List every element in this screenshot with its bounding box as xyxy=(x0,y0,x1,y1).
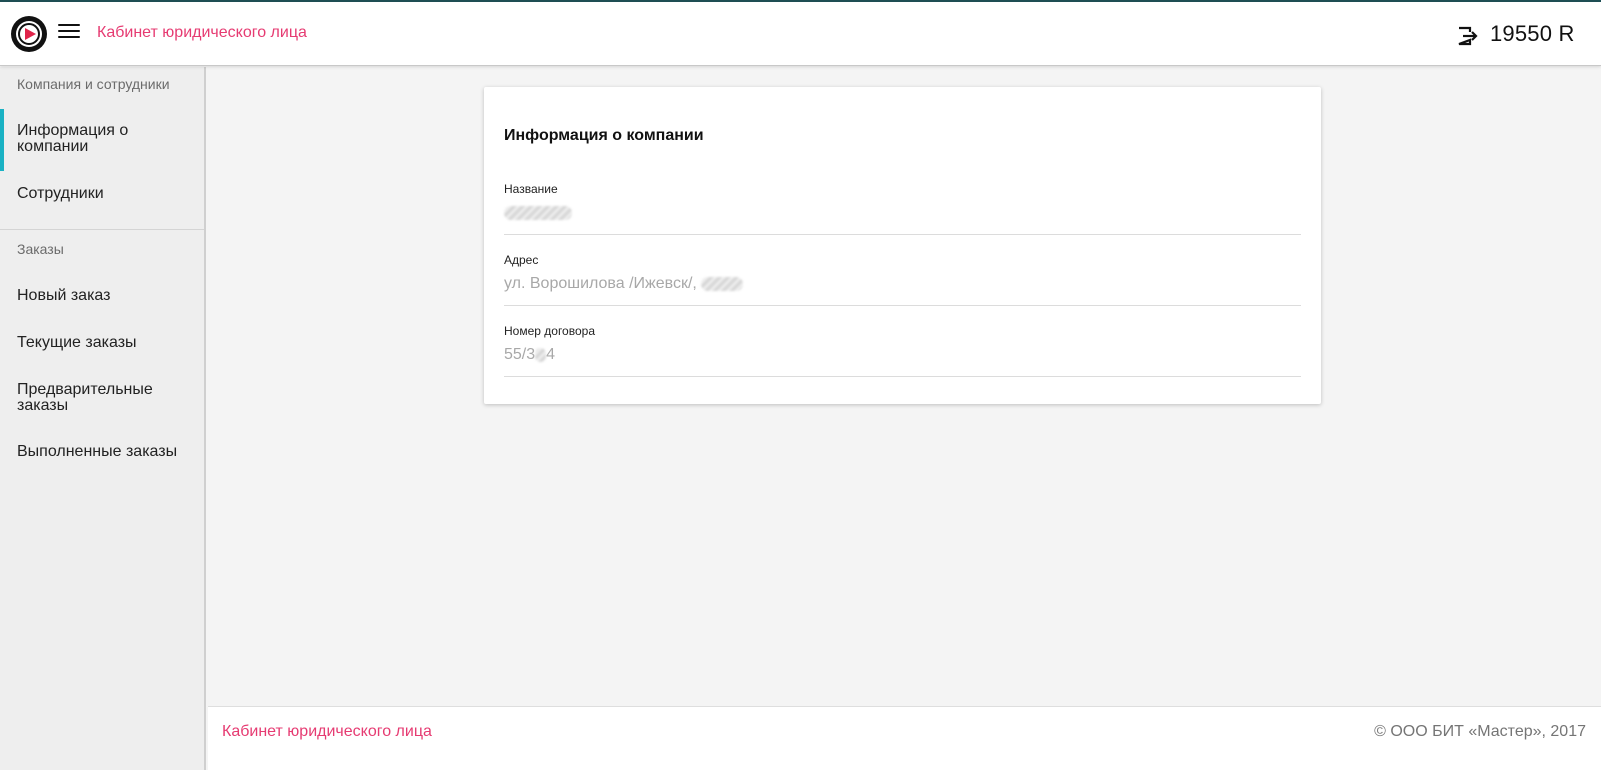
page-footer: Кабинет юридического лица © ООО БИТ «Мас… xyxy=(208,706,1601,770)
sidebar-item-new-order[interactable]: Новый заказ xyxy=(0,288,204,304)
field-value xyxy=(504,204,1301,224)
app-header: Кабинет юридического лица 19550 R xyxy=(0,2,1601,66)
sidebar-item-preliminary-orders[interactable]: Предварительные заказы xyxy=(0,382,204,414)
sidebar-divider xyxy=(0,229,204,230)
sidebar-section-orders: Заказы xyxy=(17,241,64,257)
field-contract-number: Номер договора 55/3 4 xyxy=(504,324,1301,377)
field-label: Номер договора xyxy=(504,324,595,338)
redacted-blur xyxy=(535,347,547,362)
sidebar-item-completed-orders[interactable]: Выполненные заказы xyxy=(0,444,204,460)
redacted-blur xyxy=(701,276,744,291)
field-value: 55/3 4 xyxy=(504,346,556,363)
sidebar-section-company: Компания и сотрудники xyxy=(17,76,170,92)
sidebar-nav: Компания и сотрудники Информация о компа… xyxy=(0,67,206,770)
logout-icon[interactable] xyxy=(1456,25,1478,47)
field-address: Адрес ул. Ворошилова /Ижевск/, xyxy=(504,253,1301,306)
company-info-card: Информация о компании Название Адрес ул.… xyxy=(484,87,1321,404)
sidebar-item-label: Информация о компании xyxy=(17,122,129,155)
account-balance: 19550 R xyxy=(1490,21,1575,46)
footer-link[interactable]: Кабинет юридического лица xyxy=(222,723,432,741)
sidebar-item-label: Сотрудники xyxy=(17,185,104,202)
hamburger-menu-icon[interactable] xyxy=(58,24,80,44)
play-circle-logo-icon[interactable] xyxy=(10,15,48,53)
redacted-blur xyxy=(504,205,572,220)
field-label: Адрес xyxy=(504,253,539,267)
sidebar-item-label: Выполненные заказы xyxy=(17,443,178,460)
field-company-name: Название xyxy=(504,182,1301,235)
field-value: ул. Ворошилова /Ижевск/, xyxy=(504,275,1301,295)
sidebar-item-employees[interactable]: Сотрудники xyxy=(0,186,204,202)
field-label: Название xyxy=(504,182,558,196)
card-title: Информация о компании xyxy=(504,127,704,144)
sidebar-item-label: Текущие заказы xyxy=(17,334,137,351)
app-title-link[interactable]: Кабинет юридического лица xyxy=(97,24,307,42)
sidebar-item-current-orders[interactable]: Текущие заказы xyxy=(0,335,204,351)
footer-copyright: © ООО БИТ «Мастер», 2017 xyxy=(1374,723,1586,740)
sidebar-item-company-info[interactable]: Информация о компании xyxy=(0,109,204,171)
sidebar-item-label: Предварительные заказы xyxy=(17,381,153,414)
sidebar-item-label: Новый заказ xyxy=(17,287,111,304)
